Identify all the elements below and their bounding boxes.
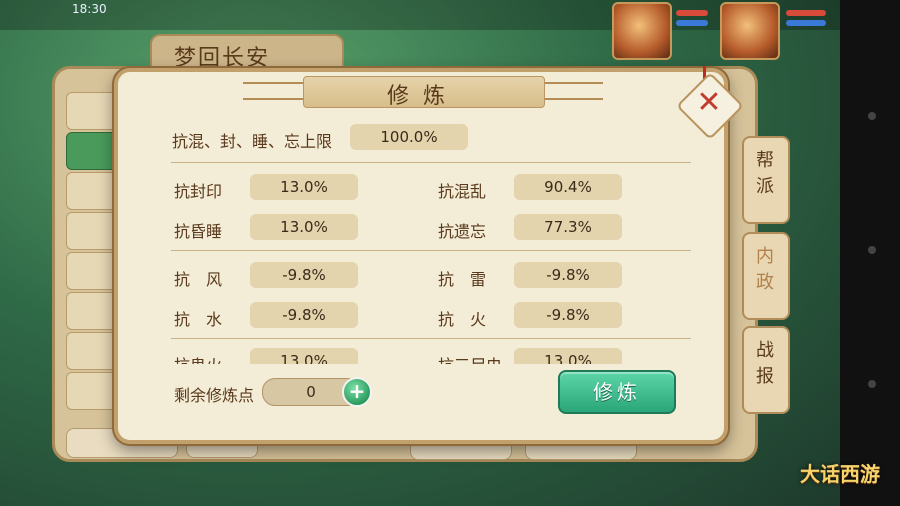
stats-scroll-area[interactable]: 抗混、封、睡、忘上限 100.0% 抗封印 13.0% 抗混乱 90.4% 抗昏… <box>136 102 706 364</box>
training-dialog: 修炼 抗混、封、睡、忘上限 100.0% 抗封印 13.0% 抗混乱 90.4%… <box>114 66 744 444</box>
stat-value: -9.8% <box>514 302 622 328</box>
stat-label: 抗昏睡 <box>174 222 223 241</box>
upper-limit-label: 抗混、封、睡、忘上限 <box>172 132 333 151</box>
divider <box>171 338 691 339</box>
device-dot <box>868 246 876 254</box>
title-ornament <box>243 82 303 100</box>
hp-bar <box>786 10 826 16</box>
stat-value: 13.0% <box>250 214 358 240</box>
tab-label: 战报 <box>756 340 774 387</box>
avatar-player[interactable] <box>720 2 780 60</box>
device-dot <box>868 380 876 388</box>
stat-label: 抗 雷 <box>438 270 487 289</box>
device-dot <box>868 112 876 120</box>
mp-bar <box>676 20 708 26</box>
close-icon[interactable]: ✕ <box>696 88 722 118</box>
upper-limit-value: 100.0% <box>350 124 468 150</box>
stat-value: -9.8% <box>250 262 358 288</box>
tab-guild[interactable]: 帮派 <box>742 136 790 224</box>
tab-internal[interactable]: 内政 <box>742 232 790 320</box>
status-time: 18:30 <box>72 2 107 16</box>
title-ornament <box>543 82 603 100</box>
remaining-points-label: 剩余修炼点 <box>174 386 255 405</box>
status-bar: 18:30 <box>0 0 840 30</box>
stat-label: 抗鬼火 <box>174 352 222 364</box>
stat-value: 90.4% <box>514 174 622 200</box>
stat-label: 抗 火 <box>438 310 487 329</box>
stat-label: 抗混乱 <box>438 182 487 201</box>
stat-value: 13.0% <box>250 174 358 200</box>
stat-label: 抗封印 <box>174 182 223 201</box>
stat-value: 13.0% <box>250 348 358 364</box>
mp-bar <box>786 20 826 26</box>
train-button[interactable]: 修炼 <box>558 370 676 414</box>
stat-label: 抗 水 <box>174 310 223 329</box>
stat-value: -9.8% <box>514 262 622 288</box>
tab-report[interactable]: 战报 <box>742 326 790 414</box>
avatar-pet[interactable] <box>612 2 672 60</box>
logo-text: 大话西游 <box>800 462 880 486</box>
guild-left-list <box>66 92 124 422</box>
stat-value: -9.8% <box>250 302 358 328</box>
hp-bar <box>676 10 708 16</box>
tab-label: 内政 <box>756 246 774 293</box>
stat-label: 抗遗忘 <box>438 222 487 241</box>
stat-label: 抗三尸虫 <box>438 352 502 364</box>
add-points-button[interactable]: + <box>342 377 372 407</box>
stat-value: 13.0% <box>514 348 622 364</box>
divider <box>171 162 691 163</box>
stat-label: 抗 风 <box>174 270 223 289</box>
stat-value: 77.3% <box>514 214 622 240</box>
divider <box>171 250 691 251</box>
game-logo: 大话西游 <box>800 458 888 492</box>
tab-label: 帮派 <box>756 150 774 197</box>
